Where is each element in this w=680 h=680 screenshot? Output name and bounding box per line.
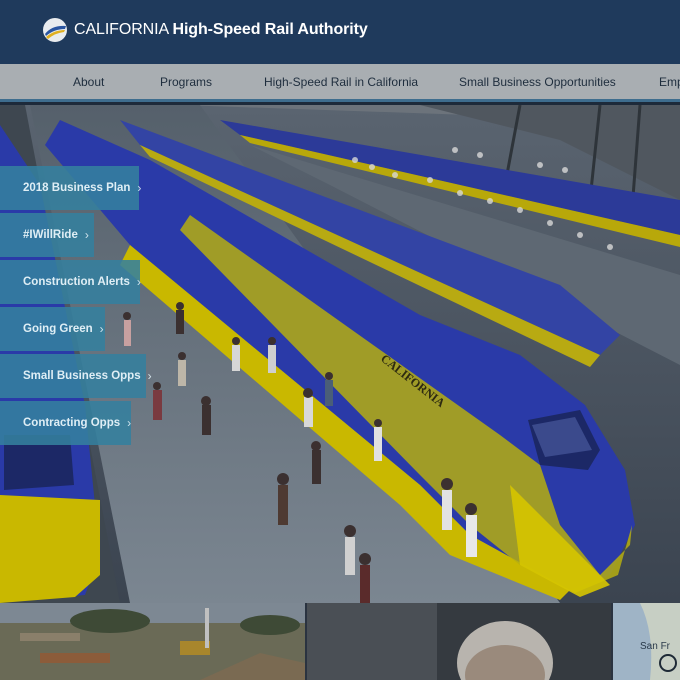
logo-text: CALIFORNIA High-Speed Rail Authority (74, 21, 368, 39)
side-link-business-plan[interactable]: 2018 Business Plan › (0, 166, 142, 210)
chevron-right-icon: › (137, 181, 142, 195)
side-link-label: Small Business Opps (23, 370, 141, 382)
nav-item-about[interactable]: About (73, 75, 104, 89)
logo-org: High-Speed Rail Authority (172, 21, 368, 38)
side-link-label: Contracting Opps (23, 417, 121, 429)
side-link-construction-alerts[interactable]: Construction Alerts › (0, 260, 141, 304)
nav-item-programs[interactable]: Programs (160, 75, 212, 89)
chevron-right-icon: › (147, 369, 152, 383)
chevron-right-icon: › (84, 228, 89, 242)
chevron-right-icon: › (136, 275, 141, 289)
featured-tiles: San Fr (0, 603, 680, 680)
nav-item-employment[interactable]: Emp (659, 75, 680, 89)
construction-site-photo[interactable] (0, 603, 305, 680)
site-logo[interactable]: CALIFORNIA High-Speed Rail Authority (42, 17, 368, 43)
side-link-iwillride[interactable]: #IWillRide › (0, 213, 94, 257)
main-nav: About Programs High-Speed Rail in Califo… (0, 64, 680, 102)
hero-banner[interactable]: CALIFORNIA 2018 Business Plan › #IWillRi… (0, 105, 680, 603)
person-portrait-photo[interactable] (307, 603, 611, 680)
side-link-label: Construction Alerts (23, 276, 130, 288)
hsr-logo-icon (43, 18, 67, 42)
side-link-going-green[interactable]: Going Green › (0, 307, 105, 351)
side-link-label: #IWillRide (23, 229, 78, 241)
side-link-small-business-opps[interactable]: Small Business Opps › (0, 354, 152, 398)
logo-state: CALIFORNIA (74, 21, 169, 38)
side-link-label: 2018 Business Plan (23, 182, 131, 194)
side-link-contracting-opps[interactable]: Contracting Opps › (0, 401, 131, 445)
nav-item-hsr-in-california[interactable]: High-Speed Rail in California (264, 75, 418, 89)
site-header: CALIFORNIA High-Speed Rail Authority (0, 0, 680, 64)
chevron-right-icon: › (99, 322, 104, 336)
side-link-label: Going Green (23, 323, 93, 335)
chevron-right-icon: › (127, 416, 132, 430)
nav-item-small-business[interactable]: Small Business Opportunities (459, 75, 616, 89)
map-label: San Fr (640, 641, 671, 652)
